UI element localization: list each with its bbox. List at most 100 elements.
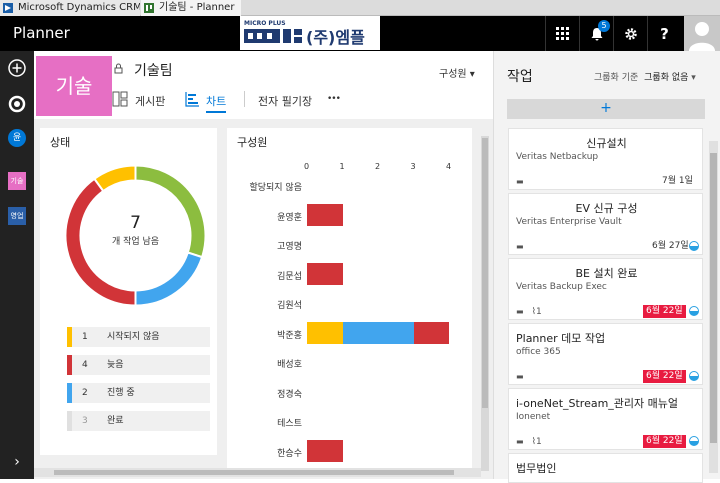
- tab-notebook[interactable]: 전자 필기장: [258, 93, 312, 109]
- donut-slice-2[interactable]: [134, 251, 204, 307]
- new-plan-button[interactable]: [6, 57, 28, 79]
- settings-button[interactable]: [613, 16, 647, 51]
- members-panel-title: 구성원: [237, 136, 268, 149]
- legend-swatch: [67, 355, 72, 375]
- my-tasks-button[interactable]: 윤: [6, 127, 28, 149]
- help-button[interactable]: ?: [647, 16, 681, 51]
- task-footer: ▬: [516, 242, 524, 252]
- task-footer: ▬: [516, 177, 524, 187]
- in-progress-icon[interactable]: [689, 306, 699, 316]
- legend-late[interactable]: 4 늦음: [67, 355, 210, 375]
- plan-item-tech[interactable]: 기술: [6, 170, 28, 192]
- task-card[interactable]: BE 설치 완료 Veritas Backup Exec ▬ ⌇1 6월 22일: [508, 258, 703, 320]
- company-logo: MICRO PLUS (주)엠플: [240, 16, 380, 50]
- legend-swatch: [67, 383, 72, 403]
- task-subtitle: Veritas Backup Exec: [516, 282, 607, 292]
- plan-item-sales[interactable]: 영업: [6, 205, 28, 227]
- bar-segment[interactable]: [413, 321, 449, 344]
- task-card[interactable]: i-oneNet_Stream_관리자 매뉴얼 Ionenet ▬ ⌇1 6월 22일: [508, 388, 703, 450]
- user-avatar[interactable]: [684, 16, 720, 51]
- caret-down-icon: ▾: [691, 73, 696, 83]
- chevron-right-icon: ›: [14, 454, 20, 470]
- bar-segment[interactable]: [307, 321, 343, 344]
- legend-label: 진행 중: [107, 388, 135, 398]
- gear-icon: [624, 27, 637, 40]
- lock-icon: [114, 63, 123, 77]
- scroll-thumb[interactable]: [710, 153, 717, 443]
- tasks-scrollbar[interactable]: [709, 141, 718, 473]
- user-initial-avatar: 윤: [8, 129, 26, 147]
- chart-view-icon: [185, 92, 199, 107]
- tab-board[interactable]: 게시판: [135, 93, 165, 109]
- comment-icon: ▬: [516, 307, 524, 316]
- legend-swatch: [67, 327, 72, 347]
- x-tick-label: 3: [410, 162, 416, 171]
- bar-segment[interactable]: [307, 203, 343, 226]
- legend-swatch: [67, 411, 72, 431]
- company-logo-image: MICRO PLUS (주)엠플: [244, 20, 365, 47]
- notifications-button[interactable]: 5: [579, 16, 613, 51]
- main-horizontal-scrollbar[interactable]: [34, 468, 481, 477]
- members-panel: 구성원 0 1 2 3 4 할당되지 않음 윤영훈 고영명 김문섭 김원석 박준홍 배성호 정경숙 테스트…: [227, 128, 472, 468]
- tab-charts[interactable]: 차트: [206, 93, 227, 113]
- late-due-date-badge: 6월 22일: [643, 370, 686, 383]
- planner-favicon-icon: [144, 3, 154, 13]
- plan-tile-small: 기술: [8, 172, 26, 190]
- scroll-thumb[interactable]: [482, 138, 488, 408]
- logo-text-small: MICRO PLUS: [244, 20, 286, 27]
- members-dropdown-label: 구성원: [439, 69, 467, 80]
- members-dropdown[interactable]: 구성원 ▾: [439, 65, 475, 80]
- status-panel: 상태 7 개 작업 남음 1 시작되지 않음 4 늦음 2 진행 중 3 완료: [40, 128, 217, 455]
- more-options-button[interactable]: •••: [327, 94, 341, 104]
- in-progress-icon[interactable]: [689, 241, 699, 251]
- legend-count: 2: [82, 388, 88, 398]
- tab-divider: [244, 91, 245, 107]
- hub-icon: [8, 95, 26, 113]
- browser-tab-crm[interactable]: Microsoft Dynamics CRM Onl...: [0, 0, 140, 16]
- bar-segment[interactable]: [342, 321, 414, 344]
- browser-tab-label: Microsoft Dynamics CRM Onl...: [18, 2, 140, 13]
- x-tick-label: 2: [375, 162, 381, 171]
- task-card[interactable]: 신규설치 Veritas Netbackup ▬ 7월 1일: [508, 128, 703, 190]
- task-title: i-oneNet_Stream_관리자 매뉴얼: [516, 397, 679, 410]
- tasks-pane: 작업 그룹화 기준 그룹화 없음 ▾ + 신규설치 Veritas Netback…: [493, 51, 720, 483]
- task-card[interactable]: Planner 데모 작업 office 365 ▬ 6월 22일: [508, 323, 703, 385]
- browser-tab-planner[interactable]: 기술팀 - Planner: [141, 0, 241, 16]
- member-label: 김원석: [277, 301, 302, 311]
- logo-text: (주)엠플: [306, 28, 365, 47]
- expand-nav-button[interactable]: ›: [6, 451, 28, 473]
- bar-segment[interactable]: [307, 262, 343, 285]
- app-name[interactable]: Planner: [13, 24, 70, 42]
- legend-in-progress[interactable]: 2 진행 중: [67, 383, 210, 403]
- due-date: 7월 1일: [662, 176, 693, 186]
- x-tick-label: 1: [339, 162, 345, 171]
- main-vertical-scrollbar[interactable]: [481, 136, 489, 471]
- in-progress-icon[interactable]: [689, 371, 699, 381]
- legend-not-started[interactable]: 1 시작되지 않음: [67, 327, 210, 347]
- plan-tile-small: 영업: [8, 207, 26, 225]
- member-label: 윤영훈: [277, 212, 302, 223]
- status-panel-title: 상태: [50, 136, 71, 149]
- attachment-count: 1: [535, 307, 542, 317]
- late-due-date-badge: 6월 22일: [643, 435, 686, 448]
- legend-completed[interactable]: 3 완료: [67, 411, 210, 431]
- member-label: 고영명: [277, 242, 302, 252]
- member-label: 한승수: [277, 448, 302, 459]
- in-progress-icon[interactable]: [689, 436, 699, 446]
- scroll-thumb[interactable]: [54, 470, 454, 475]
- task-card[interactable]: EV 신규 구성 Veritas Enterprise Vault ▬ 6월 27일: [508, 193, 703, 255]
- caret-down-icon: ▾: [469, 69, 475, 80]
- dynamics-favicon-icon: [3, 3, 13, 13]
- app-launcher-button[interactable]: [545, 16, 579, 51]
- member-label: 테스트: [277, 419, 302, 429]
- plan-header: 기술 기술팀 구성원 ▾ 게시판 차트 전자 필기장 •••: [34, 51, 493, 119]
- planner-hub-button[interactable]: [6, 93, 28, 115]
- add-task-button[interactable]: +: [507, 99, 705, 119]
- notification-badge: 5: [598, 20, 610, 32]
- tasks-title: 작업: [507, 69, 533, 85]
- bar-segment[interactable]: [307, 439, 343, 462]
- legend-count: 4: [82, 360, 88, 370]
- x-tick-label: 0: [304, 162, 310, 171]
- group-by-label: 그룹화 기준: [594, 73, 639, 83]
- group-by-dropdown[interactable]: 그룹화 기준 그룹화 없음 ▾: [594, 70, 696, 83]
